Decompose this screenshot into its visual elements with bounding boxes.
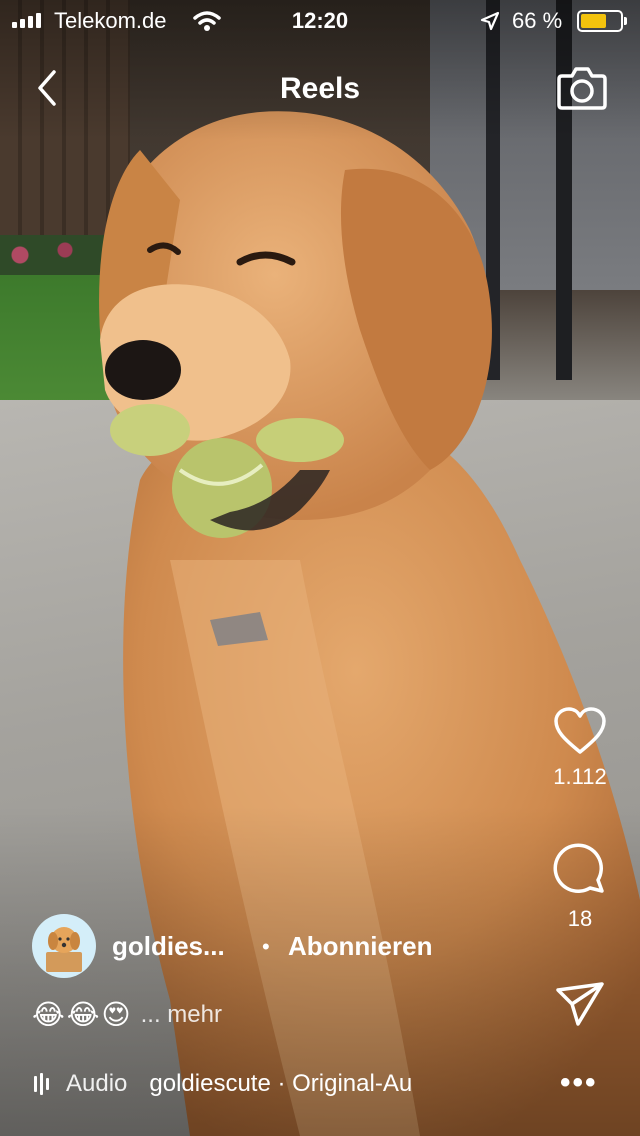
comment-icon[interactable] [552, 842, 608, 898]
comment-action[interactable]: 18 [540, 842, 620, 932]
battery-percent: 66 % [512, 8, 563, 33]
more-link[interactable]: ... mehr [141, 1001, 222, 1029]
status-bar: Telekom.de 12:20 66 % [0, 0, 640, 42]
username[interactable]: goldies... [112, 931, 225, 962]
follow-button[interactable]: Abonnieren [288, 931, 432, 962]
reels-header: Reels [0, 60, 640, 120]
more-options-icon[interactable]: ••• [560, 1066, 598, 1100]
caption-emojis: 😂😂😍 [32, 999, 133, 1030]
audio-info[interactable]: Audio goldiescute · Original-Au [34, 1068, 474, 1100]
dog-avatar-icon [46, 927, 82, 972]
heart-icon[interactable] [552, 706, 608, 756]
camera-icon[interactable] [556, 64, 608, 112]
page-title: Reels [279, 72, 361, 105]
share-action[interactable] [540, 980, 620, 1028]
like-count: 1.112 [553, 764, 607, 789]
avatar[interactable] [32, 914, 96, 978]
send-icon[interactable] [554, 980, 606, 1028]
audio-track[interactable]: goldiescute · Original-Au [149, 1070, 412, 1098]
battery-fill [581, 14, 607, 28]
like-action[interactable]: 1.112 [540, 706, 620, 790]
location-arrow-icon [480, 11, 500, 31]
audio-label: Audio [66, 1070, 128, 1097]
separator-dot: • [262, 934, 270, 959]
comment-count: 18 [567, 906, 593, 931]
audio-bars-icon [34, 1073, 56, 1095]
battery-icon [577, 10, 627, 32]
caption[interactable]: 😂😂😍 ... mehr [32, 998, 222, 1031]
